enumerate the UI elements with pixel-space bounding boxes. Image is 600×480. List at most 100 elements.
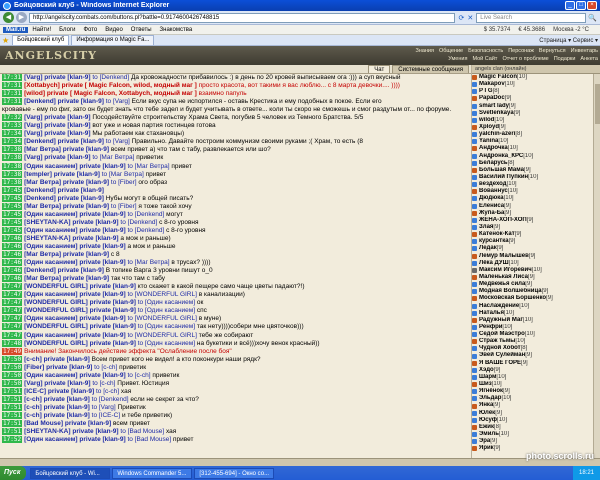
user-name[interactable]: Большая Мама [479, 167, 524, 174]
user-list-item[interactable]: Андрочка [10] [472, 145, 593, 152]
chat-private-tag[interactable]: private [klan-9] [79, 436, 125, 443]
user-list-item[interactable]: Медвежья сила [9] [472, 281, 593, 288]
chat-private-tag[interactable]: private [klan-9] [54, 171, 100, 178]
user-list-item[interactable]: Svetlenkaya [9] [472, 110, 593, 117]
chat-recipient[interactable]: to [Маг Ветра] [127, 163, 169, 170]
chat-timestamp[interactable]: 17:32 [2, 114, 23, 122]
chat-recipient[interactable]: to [WONDERFUL GIRL] [127, 315, 196, 322]
user-list-item[interactable]: Эра [9] [472, 438, 593, 445]
user-list-item[interactable]: PapaDoc [9] [472, 95, 593, 102]
user-name[interactable]: Радужный Маг [479, 317, 523, 324]
scroll-thumb[interactable] [595, 84, 600, 124]
chat-nick[interactable]: [SHEYTAN-KA] [24, 219, 70, 226]
user-name[interactable]: Лемур Малышев [479, 253, 529, 260]
game-menu-item[interactable]: Безопасность [468, 47, 503, 55]
address-input[interactable]: http://angelscity.combats.com/buttons.pl… [29, 12, 455, 23]
game-menu-item[interactable]: Мой Сайт [472, 55, 497, 63]
chat-recipient[interactable]: to [Один касанием] [138, 340, 195, 347]
chat-private-tag[interactable]: private [klan-9] [46, 364, 92, 371]
chat-private-tag[interactable]: private [klan-9] [44, 154, 90, 161]
chat-timestamp[interactable]: 17:45 [2, 194, 23, 202]
chat-private-tag[interactable]: private [ Magic Falcon, wilod, модный ма… [62, 82, 197, 89]
tab-tools[interactable]: Страница ▾ Сервис ▾ [539, 37, 598, 44]
user-name[interactable]: Шиз [479, 381, 492, 388]
chat-nick[interactable]: [SHEYTAN-KA] [24, 235, 70, 242]
user-name[interactable]: Юлёк [479, 410, 495, 417]
chat-private-tag[interactable]: private [klan-9] [90, 307, 136, 314]
chat-timestamp[interactable]: 17:50 [2, 363, 23, 371]
user-list-item[interactable]: Жупа-Ба [9] [472, 210, 593, 217]
game-menu-item[interactable]: Отчет о проблеме [502, 55, 548, 63]
chat-recipient[interactable]: to [WONDERFUL GIRL] [127, 332, 196, 339]
chat-recipient[interactable]: to [WONDERFUL GIRL] [127, 291, 196, 298]
chat-recipient[interactable]: to [Один касанием] [138, 323, 195, 330]
user-list-item[interactable]: Ёжик [8] [472, 424, 593, 431]
chat-private-tag[interactable]: private [klan-9] [90, 323, 136, 330]
chat-private-tag[interactable]: private [klan-9] [90, 340, 136, 347]
user-list-item[interactable]: Катенок-Кат [9] [472, 231, 593, 238]
user-name[interactable]: Makapov [479, 81, 505, 88]
chat-nick[interactable]: [Varg] [24, 380, 42, 387]
chat-nick[interactable]: [Denkend] [24, 138, 56, 145]
chat-nick[interactable]: [Xottabych] [24, 82, 60, 89]
chat-recipient[interactable]: to [Один касанием] [138, 307, 195, 314]
taskbar-task[interactable]: [312-455-694] - Окно со... [194, 467, 275, 479]
chat-nick[interactable]: [Маг Ветра] [24, 179, 61, 186]
chat-timestamp[interactable]: 17:46 [2, 267, 23, 275]
user-name[interactable]: Я ВАШЕ ГОРЕ [479, 360, 521, 367]
chat-timestamp[interactable]: 17:38 [2, 146, 23, 154]
chat-recipient[interactable]: to [c-ch] [127, 372, 150, 379]
favorites-icon[interactable]: ★ [2, 36, 9, 45]
user-name[interactable]: Седой Маэстро [479, 331, 525, 338]
user-name[interactable]: Yanina [479, 138, 498, 145]
chat-nick[interactable]: [Один касанием] [24, 227, 78, 234]
chat-nick[interactable]: [ICE-C] [24, 388, 46, 395]
chat-nick[interactable]: [c-ch] [24, 396, 42, 403]
chat-recipient[interactable]: to [c-ch] [92, 380, 115, 387]
user-list-item[interactable]: Шиз [10] [472, 381, 593, 388]
chat-private-tag[interactable]: private [klan-9] [44, 396, 90, 403]
chat-nick[interactable]: [Один касанием] [24, 163, 78, 170]
chat-nick[interactable]: [templer] [24, 171, 52, 178]
chat-timestamp[interactable]: 17:51 [2, 395, 23, 403]
user-name[interactable]: Юсуф [479, 417, 497, 424]
toolbar-item[interactable]: Ответы [131, 27, 152, 33]
chat-nick[interactable]: [Маг Ветра] [24, 251, 61, 258]
chat-nick[interactable]: [WONDERFUL GIRL] [24, 340, 88, 347]
chat-private-tag[interactable]: private [klan-9] [72, 219, 118, 226]
user-list-item[interactable]: Модная Волшебница [9] [472, 288, 593, 295]
game-menu-item[interactable]: Вернуться [539, 47, 566, 55]
user-list-item[interactable]: Юсуф [10] [472, 417, 593, 424]
chat-private-tag[interactable]: private [klan-9] [79, 315, 125, 322]
user-name[interactable]: Ягнёнок [479, 388, 503, 395]
chat-timestamp[interactable]: 17:48 [2, 339, 23, 347]
user-list-item[interactable]: Magic Falcon [10] [472, 74, 593, 81]
user-list-item[interactable]: Ренфри [10] [472, 324, 593, 331]
user-name[interactable]: Катенок-Кат [479, 231, 515, 238]
user-name[interactable]: ЖЕНА-ХОП-ХОП [479, 217, 527, 224]
game-menu-item[interactable]: Умения [448, 55, 467, 63]
chat-private-tag[interactable]: private [klan-9] [79, 259, 125, 266]
chat-nick[interactable]: [Один касанием] [24, 332, 78, 339]
user-name[interactable]: Наталья [479, 310, 504, 317]
chat-nick[interactable]: [c-ch] [24, 356, 42, 363]
forward-icon[interactable]: ▶ [16, 12, 27, 23]
chat-private-tag[interactable]: private [klan-9] [44, 114, 90, 121]
chat-nick[interactable]: [Один касанием] [24, 436, 78, 443]
user-name[interactable]: Андрочка [479, 145, 508, 152]
chat-recipient[interactable]: to [Маг Ветра] [102, 171, 144, 178]
user-list-item[interactable]: Эмиль [10] [472, 431, 593, 438]
user-list-item[interactable]: smart lady [9] [472, 103, 593, 110]
chat-private-tag[interactable]: private [klan-9] [90, 299, 136, 306]
game-menu-item[interactable]: Персонаж [508, 47, 534, 55]
chat-private-tag[interactable]: private [klan-9] [44, 122, 90, 129]
chat-nick[interactable]: [WONDERFUL GIRL] [24, 307, 88, 314]
chat-recipient[interactable]: to [Denkend] [92, 396, 129, 403]
user-name[interactable]: Наслаждение [479, 303, 519, 310]
chat-nick[interactable]: [c-ch] [24, 412, 42, 419]
chat-timestamp[interactable]: 17:46 [2, 275, 23, 283]
chat-recipient[interactable]: to [Varg] [106, 138, 130, 145]
chat-nick[interactable]: [Мaг Ветра] [24, 146, 61, 153]
user-list-item[interactable]: Ягнёнок [9] [472, 388, 593, 395]
user-list-item[interactable]: Радужный Маг [10] [472, 317, 593, 324]
